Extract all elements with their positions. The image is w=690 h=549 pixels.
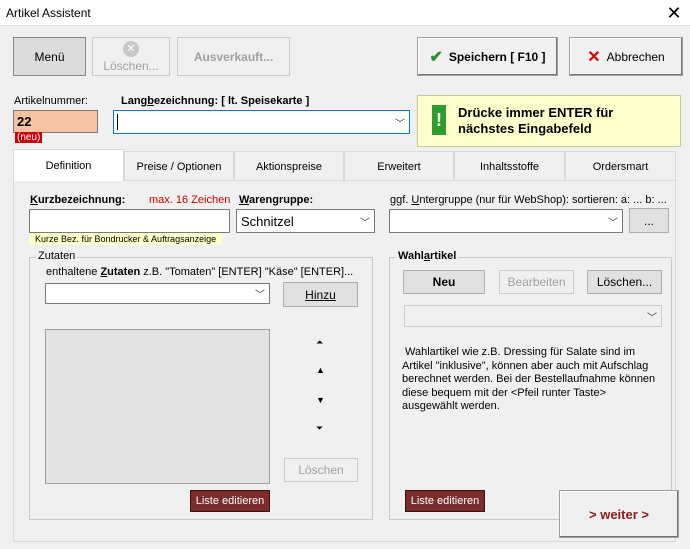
new-badge: (neu) [15,132,43,143]
cancel-button-label: Abbrechen [606,49,665,64]
move-top-icon[interactable]: ⏶ [316,337,323,348]
wahl-delete-button[interactable]: Löschen... [587,270,662,294]
artnr-label: Artikelnummer: [14,95,88,107]
tab-preise-optionen[interactable]: Preise / Optionen [124,151,234,181]
wahlartikel-group-title: Wahlartikel [396,250,459,262]
chevron-down-icon[interactable]: ﹀ [356,210,374,232]
info-box: ! Drücke immer ENTER für nächstes Eingab… [417,95,681,147]
kurz-field[interactable] [29,209,230,233]
menu-button-label: Menü [34,49,65,64]
wahl-combo[interactable]: ﹀ [404,305,662,327]
warengruppe-label: Warengruppe: [239,194,314,206]
delete-button-label: Löschen... [103,58,159,73]
zutaten-list[interactable] [45,329,270,484]
save-button-label: Speichern [ F10 ] [448,49,546,64]
tab-erweitert[interactable]: Erweitert [344,151,454,181]
zutaten-combo[interactable]: ﹀ [45,283,270,304]
zutaten-group-title: Zutaten [36,250,78,262]
untergruppe-browse-button[interactable]: ... [629,208,669,233]
checkmark-icon: ✔ [429,48,443,66]
menu-button[interactable]: Menü [13,37,86,76]
wahl-new-button[interactable]: Neu [403,270,485,294]
move-up-icon[interactable]: ▲ [316,365,325,375]
move-bottom-icon[interactable]: ⏷ [316,423,323,434]
warengruppe-value: Schnitzel [241,214,294,229]
kurz-hint: Kurze Bez. für Bondrucker & Auftragsanze… [29,233,223,245]
wahl-edit-button[interactable]: Bearbeiten [499,270,574,294]
chevron-down-icon[interactable]: ﹀ [391,111,409,133]
chevron-down-icon[interactable]: ﹀ [251,284,269,303]
soldout-button[interactable]: Ausverkauft... [177,37,290,76]
cancel-button[interactable]: ✕ Abbrechen [569,37,683,76]
langbez-label: Langbezeichnung: [ lt. Speisekarte ] [121,95,310,107]
kurz-max-hint: max. 16 Zeichen [149,194,231,206]
info-text: Drücke immer ENTER für nächstes Eingabef… [458,105,614,136]
delete-circle-icon: ✕ [123,40,139,57]
zutaten-add-button[interactable]: Hinzu [283,282,358,307]
cancel-x-icon: ✕ [587,48,601,66]
untergruppe-label: ggf. Untergruppe (nur für WebShop): sort… [390,194,667,206]
zutaten-delete-button[interactable]: Löschen [284,458,358,482]
close-icon[interactable]: ✕ [660,2,688,24]
chevron-down-icon[interactable]: ﹀ [604,210,622,232]
wahl-edit-list-button[interactable]: Liste editieren [405,490,485,512]
tab-ordersmart[interactable]: Ordersmart [565,151,676,181]
delete-button[interactable]: ✕ Löschen... [92,37,170,76]
chevron-down-icon[interactable]: ﹀ [643,306,661,326]
untergruppe-combo[interactable]: ﹀ [389,209,623,233]
wahl-description: Wahlartikel wie z.B. Dressing für Salate… [402,346,656,412]
zutaten-edit-list-button[interactable]: Liste editieren [190,490,270,512]
tab-aktionspreise[interactable]: Aktionspreise [234,151,344,181]
soldout-button-label: Ausverkauft... [193,49,274,64]
move-down-icon[interactable]: ▼ [316,395,325,405]
window-title: Artikel Assistent [6,6,91,20]
next-button[interactable]: > weiter > [559,490,679,538]
artnr-value: 22 [17,114,32,129]
exclamation-icon: ! [432,105,446,135]
title-bar: Artikel Assistent ✕ [0,0,690,26]
zutaten-hint: enthaltene Zutaten z.B. "Tomaten" [ENTER… [46,266,354,278]
warengruppe-combo[interactable]: Schnitzel ﹀ [236,209,375,233]
langbez-combo[interactable]: ﹀ [113,110,410,134]
save-button[interactable]: ✔ Speichern [ F10 ] [417,37,558,76]
tab-inhaltsstoffe[interactable]: Inhaltsstoffe [454,151,565,181]
tab-definition[interactable]: Definition [13,149,124,181]
artnr-field[interactable]: 22 [13,110,98,133]
tab-bar: Definition Preise / Optionen Aktionsprei… [13,149,676,181]
text-cursor [117,114,118,130]
kurz-label: Kurzbezeichnung: [30,194,126,206]
